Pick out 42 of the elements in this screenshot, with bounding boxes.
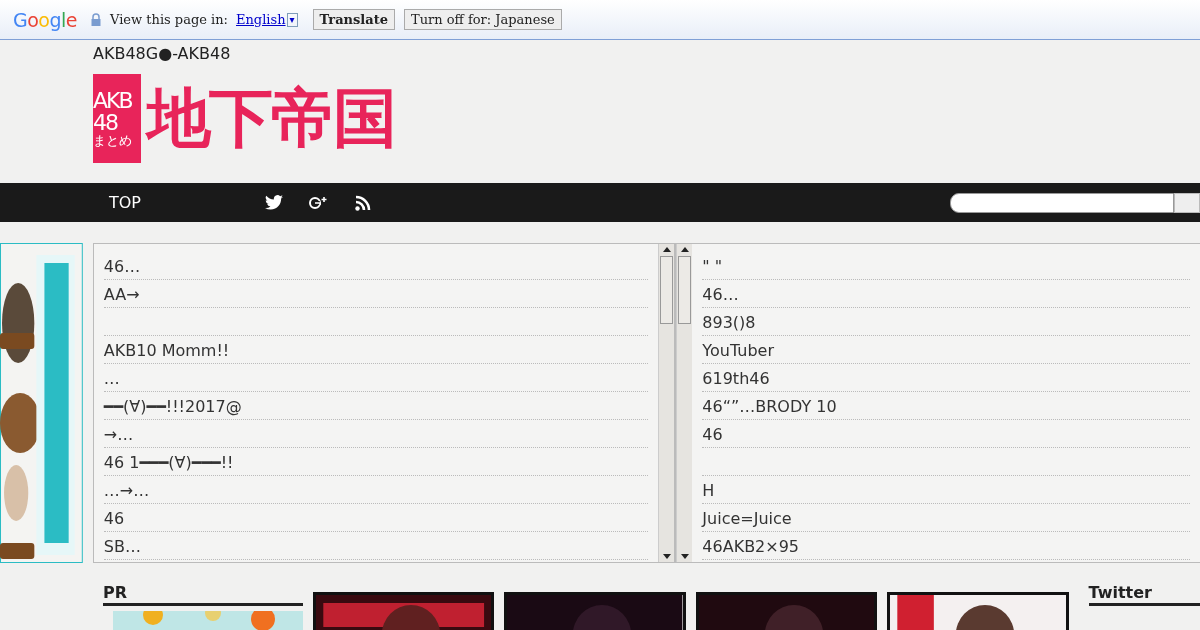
article-link[interactable]: 46AKB2×95: [702, 537, 800, 556]
scrollbar[interactable]: [658, 244, 675, 562]
article-link[interactable]: AKB10 Momm!!: [103, 341, 230, 360]
nav-link[interactable]: TOP: [109, 193, 141, 212]
search-field[interactable]: [950, 192, 1174, 213]
google-plus-icon[interactable]: [309, 194, 329, 211]
article-link[interactable]: 46…: [702, 285, 739, 304]
twitter-icon[interactable]: [265, 195, 283, 210]
article-link[interactable]: H: [702, 481, 715, 500]
article-link[interactable]: YouTuber: [702, 341, 774, 360]
section-heading: Twitter: [1088, 583, 1200, 606]
article-link[interactable]: →…: [103, 425, 134, 444]
article-link[interactable]: 46 1━━━(∀)━━━!!: [103, 453, 234, 472]
article-link[interactable]: AA→: [103, 285, 140, 304]
logo-title[interactable]: 地下帝国: [147, 75, 395, 162]
article-link[interactable]: Juice=Juice: [702, 509, 792, 528]
article-link[interactable]: 46: [702, 425, 723, 444]
section-heading: PR: [103, 583, 303, 606]
logo-badge[interactable]: AKB 48 まとめ: [93, 74, 141, 163]
search-button[interactable]: [1174, 192, 1200, 213]
article-link[interactable]: …→…: [103, 481, 150, 500]
article-link[interactable]: " ": [702, 257, 723, 276]
scrollbar-thumb[interactable]: [660, 256, 674, 324]
article-link[interactable]: ━━(∀)━━!!!2017@: [103, 397, 242, 416]
article-link[interactable]: 46“”…BRODY 10: [702, 397, 837, 416]
lock-icon: [91, 13, 102, 26]
article-link[interactable]: …: [103, 369, 120, 388]
dropdown-button[interactable]: ▾: [286, 12, 298, 27]
article-link[interactable]: SB…: [103, 537, 141, 556]
scrollbar[interactable]: [676, 244, 693, 562]
rss-icon[interactable]: [355, 194, 371, 211]
article-link[interactable]: 46: [103, 509, 125, 528]
google-logo: Google: [13, 8, 78, 31]
language-link[interactable]: English: [236, 12, 286, 27]
translate-prompt: View this page in:: [110, 12, 228, 27]
translate-button[interactable]: Translate: [312, 9, 395, 30]
scrollbar-thumb[interactable]: [678, 256, 692, 324]
article-link[interactable]: 46…: [103, 257, 141, 276]
article-link[interactable]: 893()8: [702, 313, 756, 332]
site-tagline: AKB48G●-AKB48: [93, 44, 232, 63]
turn-off-button[interactable]: Turn off for: Japanese: [404, 9, 562, 30]
article-link[interactable]: 619th46: [702, 369, 770, 388]
